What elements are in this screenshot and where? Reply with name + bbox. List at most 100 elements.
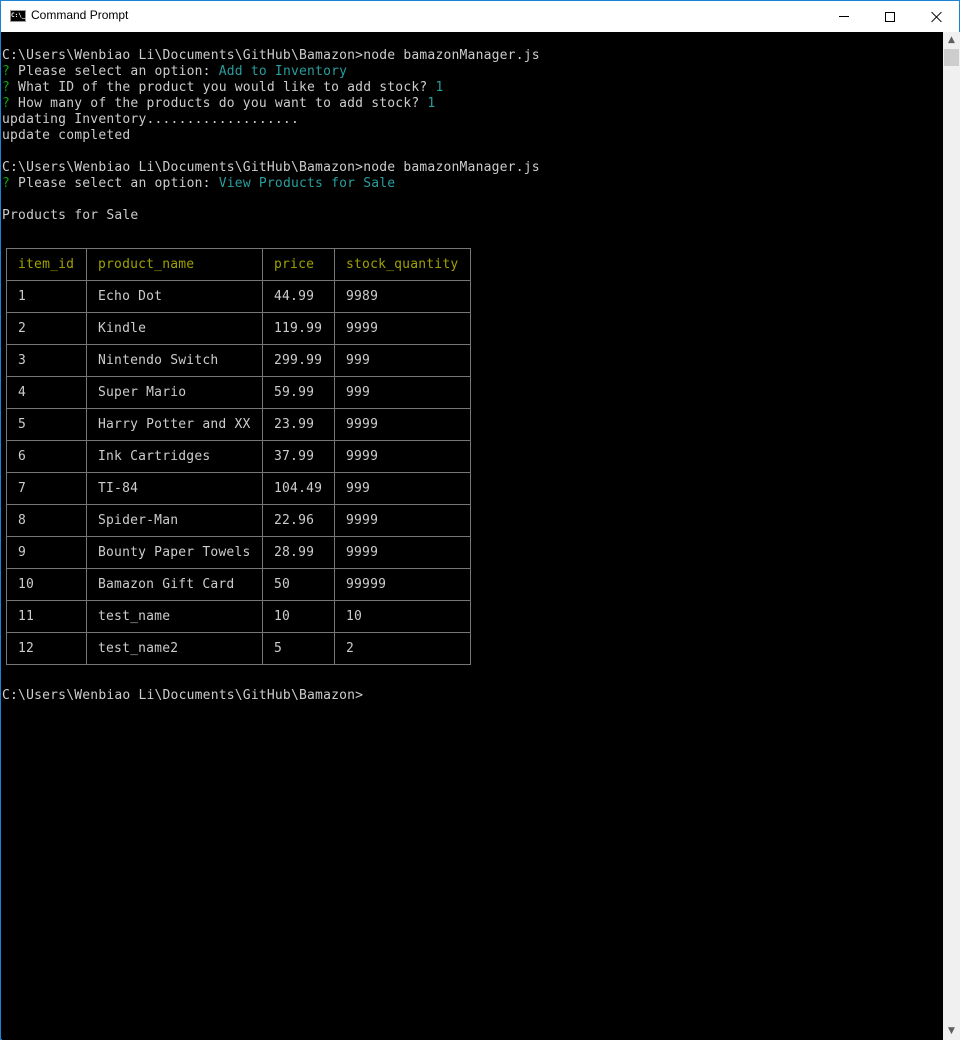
column-header: stock_quantity <box>334 248 471 281</box>
price-cell: 59.99 <box>262 376 335 409</box>
item-id-cell: 8 <box>6 504 87 537</box>
question-mark: ? <box>2 176 11 191</box>
table-row: 9 Bounty Paper Towels 28.99 9999 <box>6 536 471 569</box>
prompt-line: ? Please select an option: Add to Invent… <box>2 64 347 80</box>
table-row: 1 Echo Dot 44.99 9989 <box>6 280 471 313</box>
table-row: 2 Kindle 119.99 9999 <box>6 312 471 345</box>
prompt-question: Please select an option: <box>10 64 219 79</box>
console-output[interactable]: C:\Users\Wenbiao Li\Documents\GitHub\Bam… <box>2 32 943 1040</box>
prompt-line: ? How many of the products do you want t… <box>2 96 435 112</box>
price-cell: 10 <box>262 600 335 633</box>
price-cell: 37.99 <box>262 440 335 473</box>
output-line: Products for Sale <box>2 208 139 223</box>
output-line: updating Inventory................... <box>2 112 299 127</box>
window-title: Command Prompt <box>31 8 129 22</box>
prompt-line: ? What ID of the product you would like … <box>2 80 443 96</box>
product-name-cell: Bamazon Gift Card <box>86 568 263 601</box>
stock-quantity-cell: 999 <box>334 472 471 505</box>
column-header: item_id <box>6 248 87 281</box>
table-row: 6 Ink Cartridges 37.99 9999 <box>6 440 471 473</box>
column-header: product_name <box>86 248 263 281</box>
item-id-cell: 11 <box>6 600 87 633</box>
stock-quantity-cell: 10 <box>334 600 471 633</box>
product-name-cell: test_name <box>86 600 263 633</box>
stock-quantity-cell: 999 <box>334 376 471 409</box>
table-row: 10 Bamazon Gift Card 50 99999 <box>6 568 471 601</box>
product-name-cell: Spider-Man <box>86 504 263 537</box>
question-mark: ? <box>2 96 11 111</box>
command-line: C:\Users\Wenbiao Li\Documents\GitHub\Bam… <box>2 48 540 63</box>
minimize-button[interactable] <box>821 1 867 32</box>
minimize-icon <box>839 16 849 17</box>
table-row: 8 Spider-Man 22.96 9999 <box>6 504 471 537</box>
stock-quantity-cell: 999 <box>334 344 471 377</box>
table-row: 11 test_name 10 10 <box>6 600 471 633</box>
stock-quantity-cell: 9999 <box>334 504 471 537</box>
prompt-answer: Add to Inventory <box>218 64 348 79</box>
price-cell: 28.99 <box>262 536 335 569</box>
final-prompt: C:\Users\Wenbiao Li\Documents\GitHub\Bam… <box>2 688 364 703</box>
command-line: C:\Users\Wenbiao Li\Documents\GitHub\Bam… <box>2 160 540 175</box>
stock-quantity-cell: 9999 <box>334 312 471 345</box>
prompt-line: ? Please select an option: View Products… <box>2 176 395 192</box>
question-mark: ? <box>2 64 11 79</box>
stock-quantity-cell: 9989 <box>334 280 471 313</box>
table-row: 5 Harry Potter and XX 23.99 9999 <box>6 408 471 441</box>
column-header: price <box>262 248 335 281</box>
stock-quantity-cell: 99999 <box>334 568 471 601</box>
price-cell: 104.49 <box>262 472 335 505</box>
item-id-cell: 6 <box>6 440 87 473</box>
product-name-cell: TI-84 <box>86 472 263 505</box>
product-name-cell: Ink Cartridges <box>86 440 263 473</box>
price-cell: 50 <box>262 568 335 601</box>
chevron-up-icon[interactable]: ▲ <box>943 32 960 49</box>
table-row: 12 test_name2 5 2 <box>6 632 471 665</box>
table-row: 7 TI-84 104.49 999 <box>6 472 471 505</box>
prompt-question: How many of the products do you want to … <box>10 96 428 111</box>
product-name-cell: Harry Potter and XX <box>86 408 263 441</box>
cmd-icon: C:\_ <box>10 10 26 22</box>
item-id-cell: 2 <box>6 312 87 345</box>
command-prompt-window: C:\_ Command Prompt C:\Users\Wenbiao Li\… <box>0 0 960 1040</box>
item-id-cell: 5 <box>6 408 87 441</box>
table-row: 3 Nintendo Switch 299.99 999 <box>6 344 471 377</box>
item-id-cell: 12 <box>6 632 87 665</box>
table-row: 4 Super Mario 59.99 999 <box>6 376 471 409</box>
vertical-scrollbar[interactable]: ▲ ▼ <box>943 32 960 1040</box>
close-button[interactable] <box>913 1 959 32</box>
product-name-cell: Kindle <box>86 312 263 345</box>
prompt-answer: 1 <box>427 96 436 111</box>
stock-quantity-cell: 9999 <box>334 408 471 441</box>
title-bar[interactable]: C:\_ Command Prompt <box>1 1 959 32</box>
item-id-cell: 1 <box>6 280 87 313</box>
prompt-question: Please select an option: <box>10 176 219 191</box>
stock-quantity-cell: 2 <box>334 632 471 665</box>
chevron-down-icon[interactable]: ▼ <box>943 1023 960 1040</box>
item-id-cell: 10 <box>6 568 87 601</box>
scroll-thumb[interactable] <box>944 49 959 66</box>
price-cell: 119.99 <box>262 312 335 345</box>
stock-quantity-cell: 9999 <box>334 536 471 569</box>
price-cell: 23.99 <box>262 408 335 441</box>
stock-quantity-cell: 9999 <box>334 440 471 473</box>
product-name-cell: Nintendo Switch <box>86 344 263 377</box>
product-name-cell: Super Mario <box>86 376 263 409</box>
output-line: update completed <box>2 128 131 143</box>
table-header-row: item_id product_name price stock_quantit… <box>6 248 471 281</box>
price-cell: 5 <box>262 632 335 665</box>
prompt-answer: View Products for Sale <box>218 176 396 191</box>
product-name-cell: Echo Dot <box>86 280 263 313</box>
question-mark: ? <box>2 80 11 95</box>
maximize-button[interactable] <box>867 1 913 32</box>
item-id-cell: 3 <box>6 344 87 377</box>
product-name-cell: Bounty Paper Towels <box>86 536 263 569</box>
products-table: item_id product_name price stock_quantit… <box>6 248 471 665</box>
price-cell: 299.99 <box>262 344 335 377</box>
item-id-cell: 4 <box>6 376 87 409</box>
item-id-cell: 9 <box>6 536 87 569</box>
maximize-icon <box>885 11 895 22</box>
prompt-answer: 1 <box>435 80 444 95</box>
price-cell: 22.96 <box>262 504 335 537</box>
close-icon <box>931 11 942 22</box>
item-id-cell: 7 <box>6 472 87 505</box>
